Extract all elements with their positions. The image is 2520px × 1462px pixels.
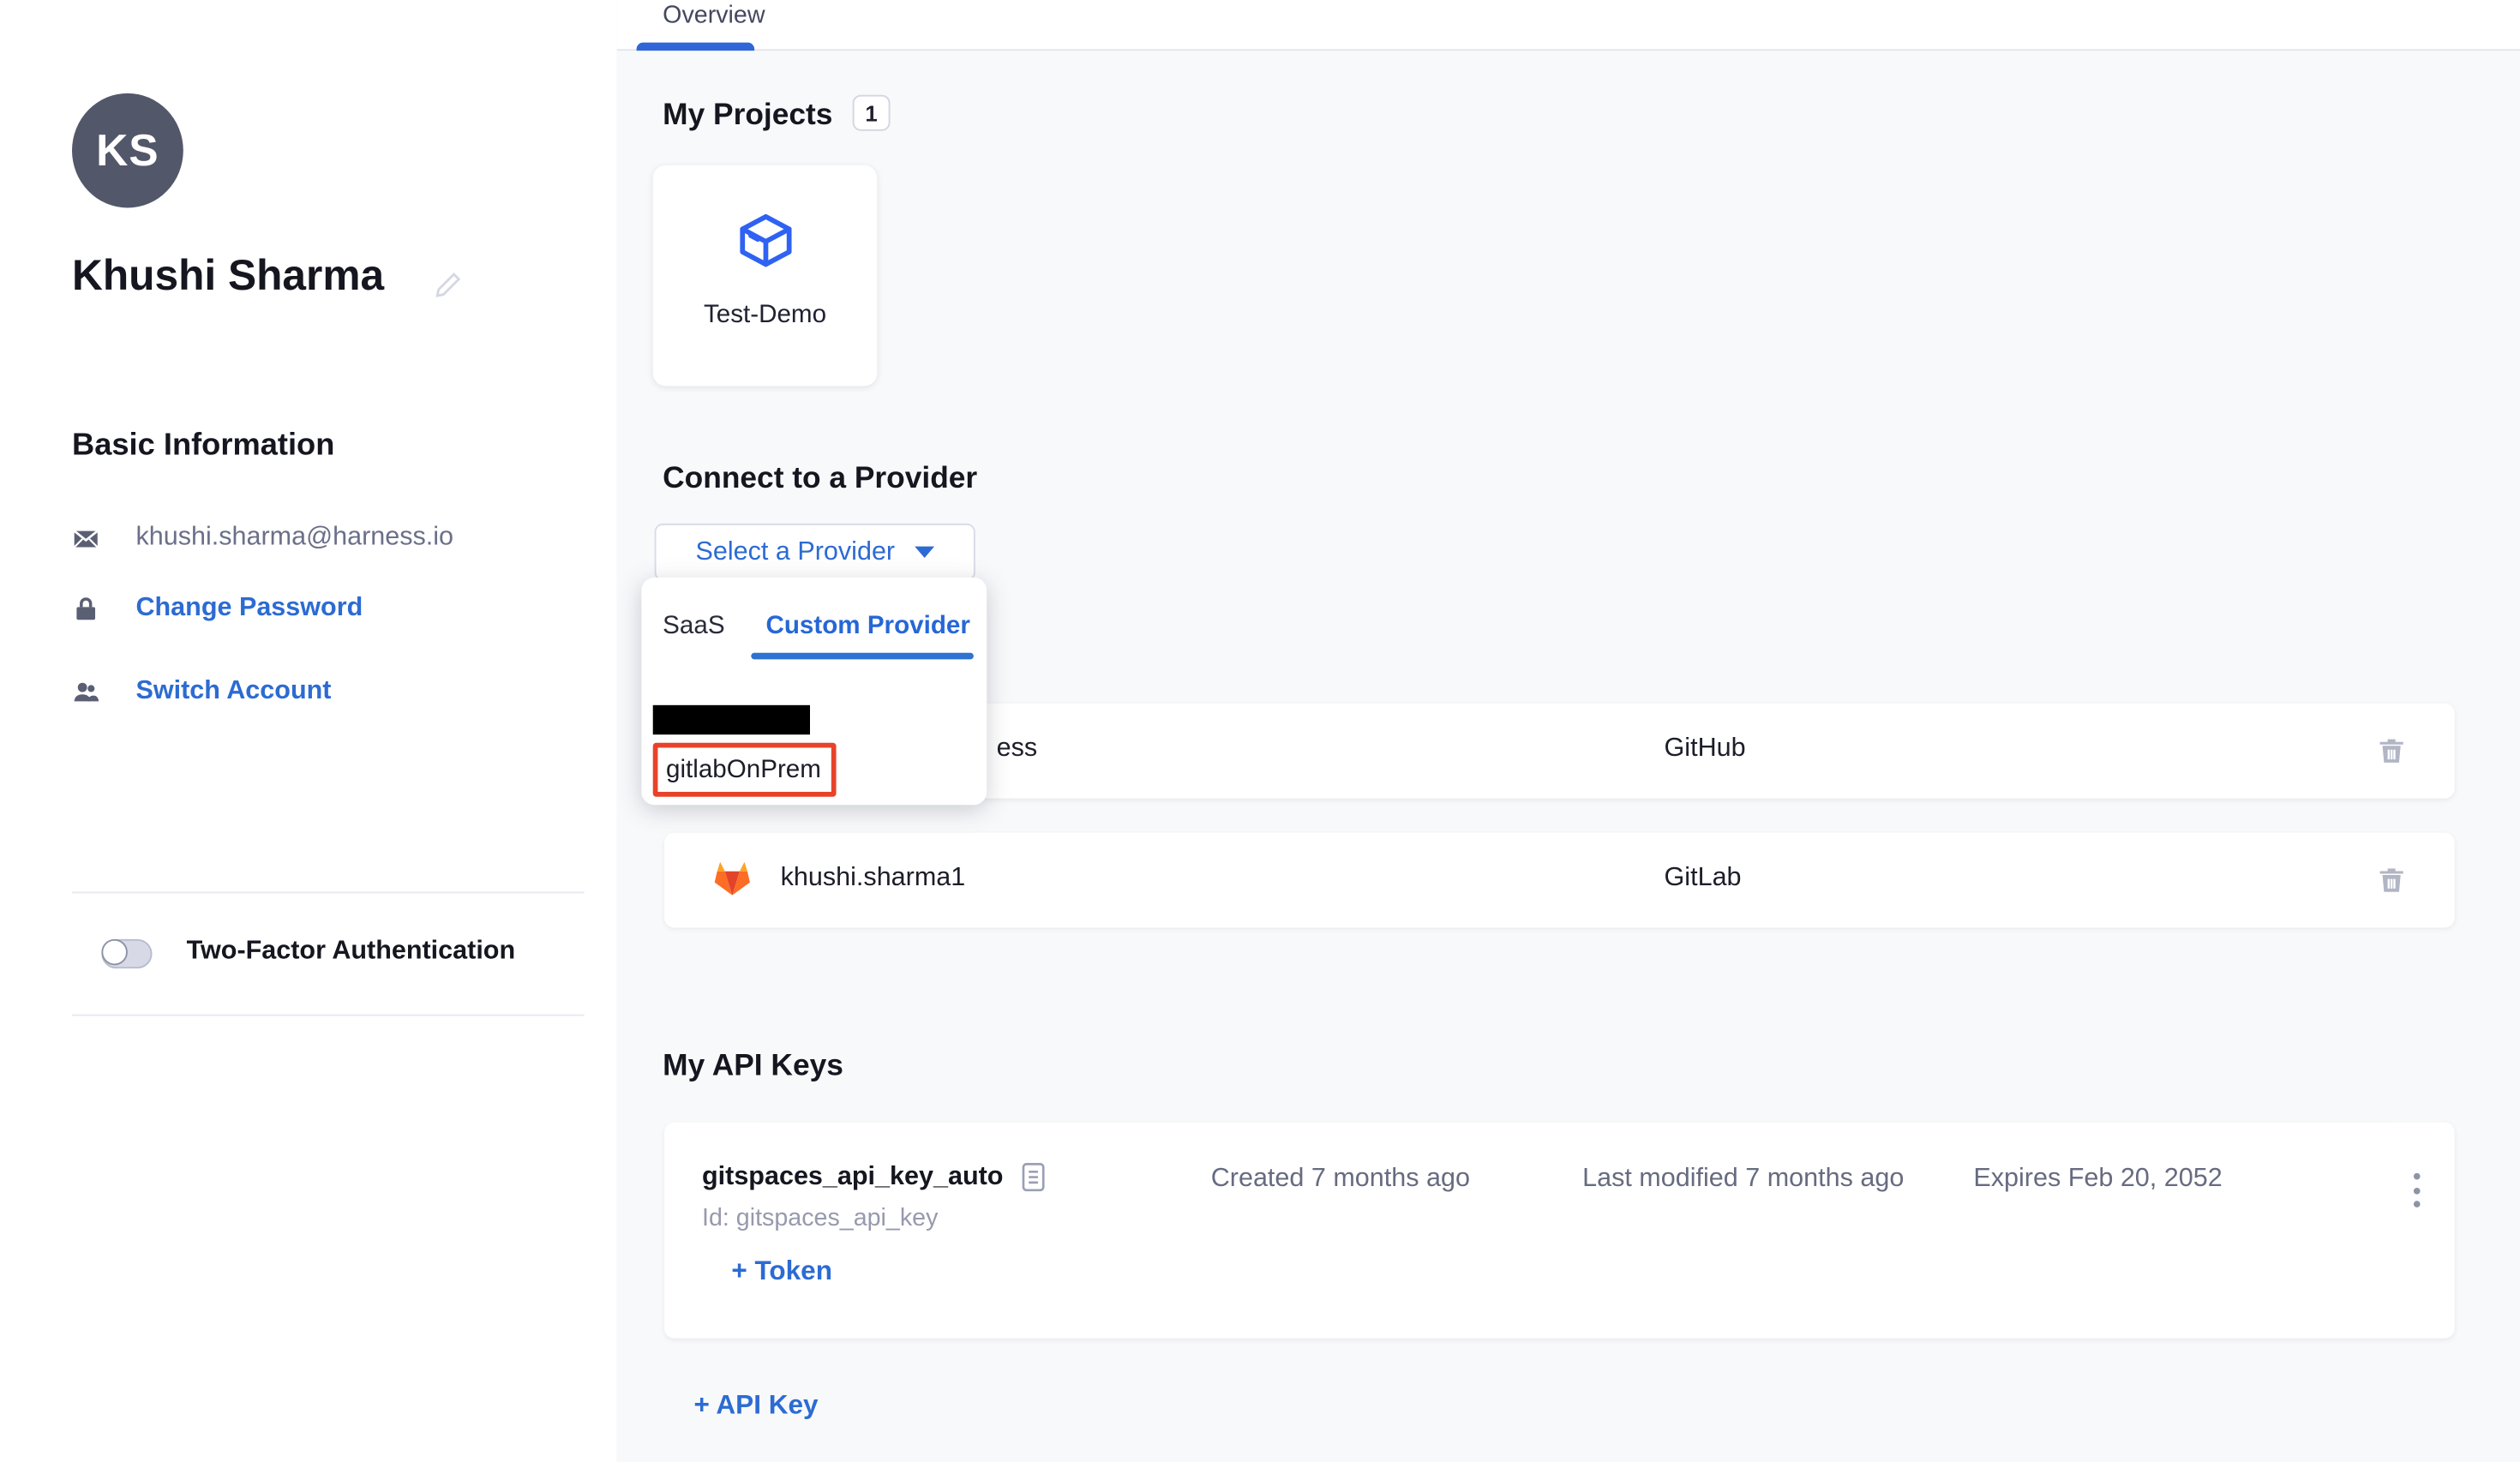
delete-provider-icon[interactable] xyxy=(2376,734,2407,767)
switch-account-icon xyxy=(72,678,99,705)
tab-bar: Overview xyxy=(617,0,2520,51)
copy-icon[interactable] xyxy=(1021,1161,1046,1192)
add-token-link[interactable]: + Token xyxy=(731,1256,832,1287)
gitlab-icon xyxy=(711,855,755,900)
project-cube-icon xyxy=(734,209,796,272)
avatar: KS xyxy=(72,93,183,208)
two-factor-toggle[interactable] xyxy=(101,939,152,968)
connect-provider-title: Connect to a Provider xyxy=(663,459,977,495)
api-key-name-line: gitspaces_api_key_auto xyxy=(702,1161,1046,1192)
change-password-row: Change Password xyxy=(72,594,363,623)
api-key-expires: Expires Feb 20, 2052 xyxy=(1973,1165,2222,1194)
api-key-modified: Last modified 7 months ago xyxy=(1582,1165,1904,1194)
provider-account: khushi.sharma1 xyxy=(781,864,966,893)
provider-type-label: GitHub xyxy=(1665,734,1746,764)
lock-icon xyxy=(72,595,99,622)
api-key-created: Created 7 months ago xyxy=(1211,1165,1470,1194)
provider-row-gitlab: khushi.sharma1 GitLab xyxy=(664,833,2455,928)
dropdown-active-tab-underline xyxy=(751,653,974,659)
select-provider-button[interactable]: Select a Provider xyxy=(655,524,975,581)
user-name: Khushi Sharma xyxy=(72,250,384,301)
tab-overview-underline xyxy=(637,43,754,51)
chevron-down-icon xyxy=(915,547,934,558)
provider-type-label: GitLab xyxy=(1665,864,1742,893)
add-api-key-link[interactable]: + API Key xyxy=(693,1391,818,1422)
switch-account-row: Switch Account xyxy=(72,677,331,706)
email-icon xyxy=(72,524,99,552)
project-name: Test-Demo xyxy=(704,301,826,330)
option-label: gitlabOnPrem xyxy=(657,755,820,784)
api-key-card: gitspaces_api_key_auto Id: gitspaces_api… xyxy=(664,1123,2455,1339)
projects-count-badge: 1 xyxy=(853,95,891,131)
edit-name-icon[interactable] xyxy=(434,270,463,299)
two-factor-label: Two-Factor Authentication xyxy=(187,938,515,967)
change-password-link[interactable]: Change Password xyxy=(135,594,363,623)
dropdown-tab-custom-provider[interactable]: Custom Provider xyxy=(765,612,969,641)
delete-provider-icon[interactable] xyxy=(2376,864,2407,896)
provider-account-fragment: ess xyxy=(997,734,1038,764)
avatar-initials: KS xyxy=(96,125,159,176)
profile-page: KS Khushi Sharma Basic Information khush… xyxy=(0,0,2520,1462)
sidebar-divider-top xyxy=(72,891,585,893)
option-gitlab-on-prem[interactable]: gitlabOnPrem xyxy=(653,743,837,797)
user-email: khushi.sharma@harness.io xyxy=(135,524,453,553)
api-key-menu-icon[interactable] xyxy=(2412,1173,2421,1207)
api-key-id: Id: gitspaces_api_key xyxy=(702,1204,938,1231)
provider-dropdown: SaaS Custom Provider gitlabOnPrem xyxy=(641,578,987,805)
my-api-keys-title: My API Keys xyxy=(663,1047,843,1083)
switch-account-link[interactable]: Switch Account xyxy=(135,677,331,706)
project-card-test-demo[interactable]: Test-Demo xyxy=(653,165,878,386)
dropdown-tab-saas[interactable]: SaaS xyxy=(663,612,724,641)
redacted-option[interactable] xyxy=(653,705,810,734)
my-projects-title: My Projects xyxy=(663,97,832,133)
api-key-name: gitspaces_api_key_auto xyxy=(702,1162,1003,1191)
select-provider-label: Select a Provider xyxy=(696,537,896,566)
tab-overview[interactable]: Overview xyxy=(663,2,765,29)
email-row: khushi.sharma@harness.io xyxy=(72,524,453,553)
profile-sidebar: KS Khushi Sharma Basic Information khush… xyxy=(0,0,619,1462)
sidebar-divider-bottom xyxy=(72,1015,585,1016)
basic-information-title: Basic Information xyxy=(72,428,334,464)
main-content: Overview My Projects 1 Test-Demo Connect… xyxy=(617,0,2520,1462)
